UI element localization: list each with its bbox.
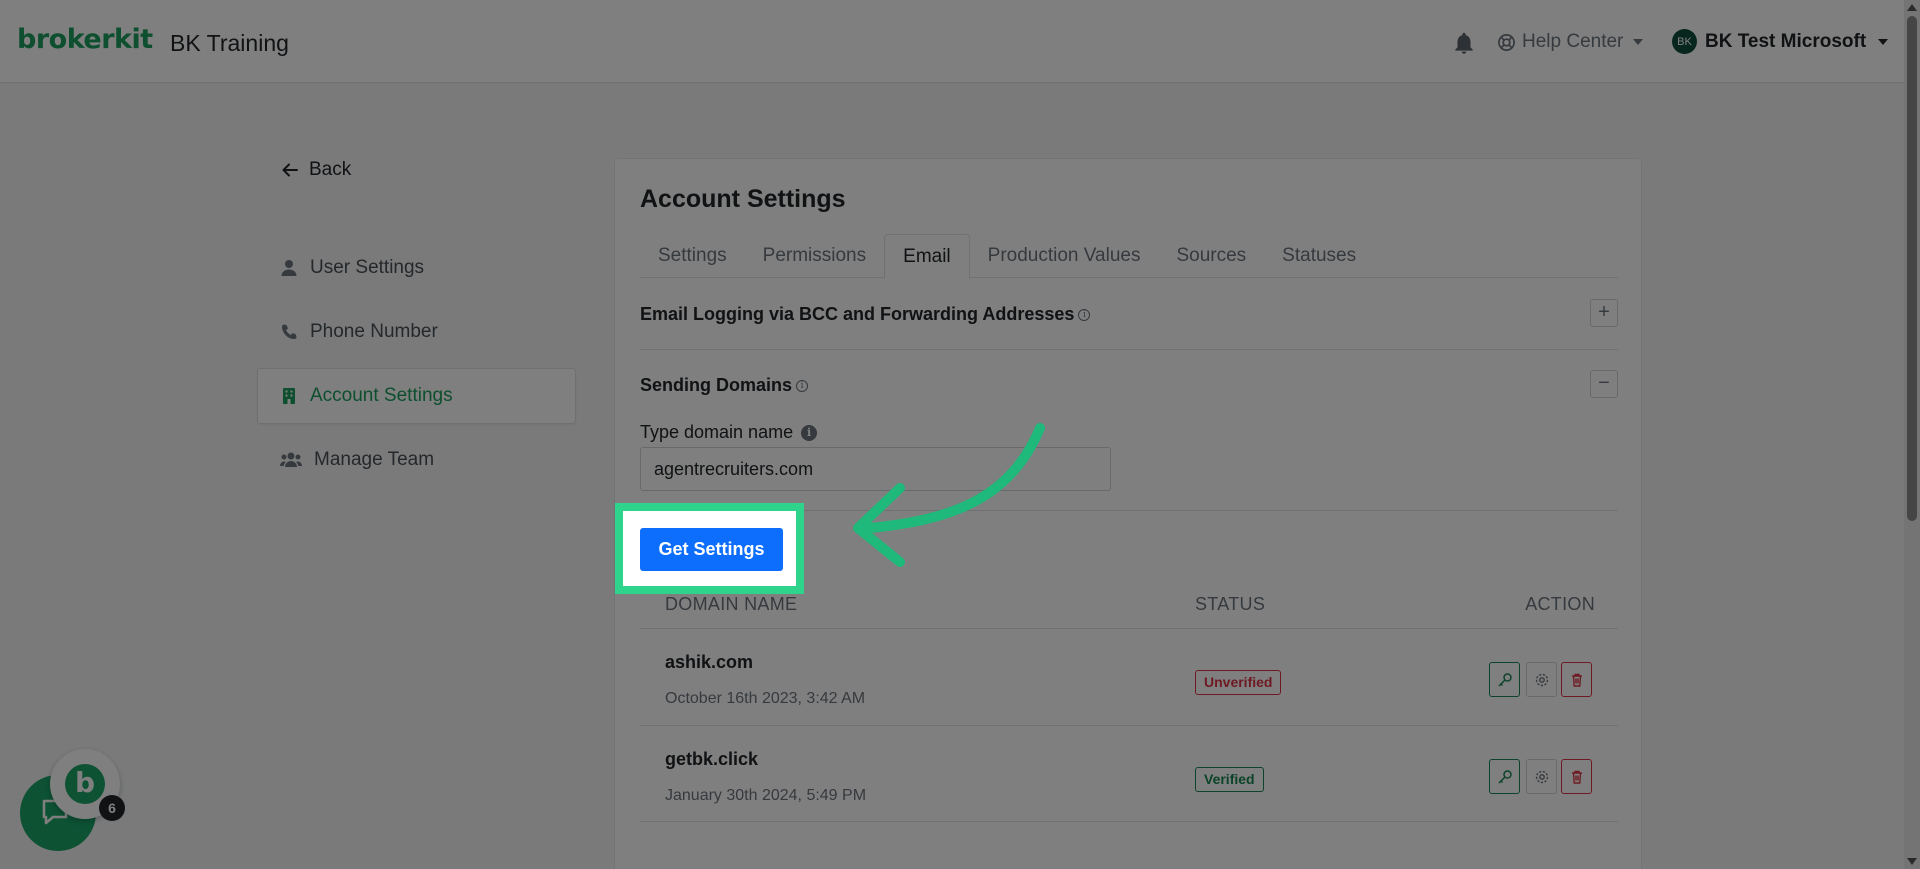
bubble-letter: b [65, 764, 105, 804]
user-icon [281, 260, 297, 276]
user-menu-dropdown[interactable]: BK BK Test Microsoft [1672, 29, 1889, 54]
sending-domains-title: Sending Domains i [640, 375, 809, 396]
sidebar-nav: User Settings Phone Number Account Setti… [257, 240, 576, 496]
sidebar-item-label: Account Settings [310, 385, 453, 406]
domain-name: getbk.click [665, 749, 759, 769]
page-title: Account Settings [640, 185, 846, 213]
verify-button[interactable] [1489, 662, 1520, 697]
users-icon [280, 452, 302, 467]
domain-name: ashik.com [665, 652, 754, 672]
domain-label-text: Type domain name [640, 422, 794, 442]
info-icon[interactable]: i [796, 379, 809, 392]
domain-date: January 30th 2024, 5:49 PM [665, 787, 867, 804]
back-link[interactable]: Back [281, 159, 351, 181]
sidebar-item-label: Manage Team [314, 449, 435, 470]
domain-name-input[interactable] [640, 447, 1111, 491]
expand-button[interactable]: + [1590, 299, 1618, 327]
phone-icon [282, 324, 297, 339]
life-ring-icon [1498, 33, 1515, 51]
divider [640, 510, 1618, 511]
get-settings-button[interactable]: Get Settings [640, 528, 783, 571]
status-badge: Verified [1195, 767, 1264, 792]
info-icon[interactable]: i [1078, 308, 1091, 321]
notification-count-badge: 6 [99, 795, 125, 821]
help-center-dropdown[interactable]: Help Center [1497, 31, 1644, 53]
arrow-left-icon [282, 163, 298, 177]
trash-icon [1571, 673, 1582, 687]
key-icon [1497, 672, 1512, 687]
tab-sources[interactable]: Sources [1158, 234, 1264, 278]
settings-button[interactable] [1526, 662, 1557, 697]
table-row: ashik.com October 16th 2023, 3:42 AM Unv… [640, 628, 1618, 725]
chevron-down-icon [1633, 39, 1644, 45]
email-logging-title: Email Logging via BCC and Forwarding Add… [640, 304, 1091, 325]
top-navbar: brokerkit BK Training Help Center BK BK … [0, 0, 1904, 83]
page-scrollbar[interactable] [1904, 0, 1920, 869]
status-badge: Unverified [1195, 670, 1282, 695]
key-icon [1497, 769, 1512, 784]
back-label: Back [309, 159, 352, 180]
info-icon[interactable]: i [801, 424, 818, 441]
tab-email[interactable]: Email [884, 234, 970, 279]
collapse-button[interactable]: − [1590, 370, 1618, 398]
scroll-thumb[interactable] [1907, 16, 1917, 521]
sidebar-item-label: User Settings [310, 257, 425, 278]
email-logging-section: Email Logging via BCC and Forwarding Add… [640, 279, 1618, 350]
section-title-text: Email Logging via BCC and Forwarding Add… [640, 304, 1075, 324]
domain-date: October 16th 2023, 3:42 AM [665, 690, 866, 707]
settings-button[interactable] [1526, 759, 1557, 794]
domain-field-label: Type domain name i [640, 422, 818, 443]
gear-icon [1535, 673, 1548, 686]
scroll-up-arrow[interactable] [1907, 4, 1917, 11]
trash-icon [1571, 770, 1582, 784]
user-name: BK Test Microsoft [1705, 30, 1867, 52]
bell-icon[interactable] [1451, 30, 1477, 56]
sidebar-item-phone-number[interactable]: Phone Number [257, 304, 576, 360]
brokerkit-logo[interactable]: brokerkit [17, 24, 153, 55]
gear-icon [1535, 770, 1548, 783]
help-center-label: Help Center [1522, 31, 1624, 52]
verify-button[interactable] [1489, 759, 1520, 794]
sidebar-item-label: Phone Number [310, 321, 438, 342]
avatar: BK [1672, 29, 1697, 54]
tab-permissions[interactable]: Permissions [745, 234, 884, 278]
column-header-status: STATUS [1195, 594, 1266, 614]
delete-button[interactable] [1561, 759, 1592, 794]
tab-production-values[interactable]: Production Values [970, 234, 1159, 278]
table-row: getbk.click January 30th 2024, 5:49 PM V… [640, 725, 1618, 822]
delete-button[interactable] [1561, 662, 1592, 697]
sidebar-item-user-settings[interactable]: User Settings [257, 240, 576, 296]
settings-tabs: Settings Permissions Email Production Va… [640, 234, 1618, 279]
chevron-down-icon [1878, 38, 1889, 45]
building-icon [283, 388, 295, 404]
sidebar-item-account-settings[interactable]: Account Settings [257, 368, 576, 424]
tab-statuses[interactable]: Statuses [1264, 234, 1374, 278]
account-settings-card: Account Settings Settings Permissions Em… [614, 158, 1642, 869]
column-header-action: ACTION [1525, 594, 1595, 614]
column-header-domain: DOMAIN NAME [665, 594, 798, 614]
scroll-down-arrow[interactable] [1907, 858, 1917, 865]
section-title-text: Sending Domains [640, 375, 793, 395]
tab-settings[interactable]: Settings [640, 234, 745, 278]
org-name: BK Training [170, 30, 289, 56]
sidebar-item-manage-team[interactable]: Manage Team [257, 432, 576, 488]
